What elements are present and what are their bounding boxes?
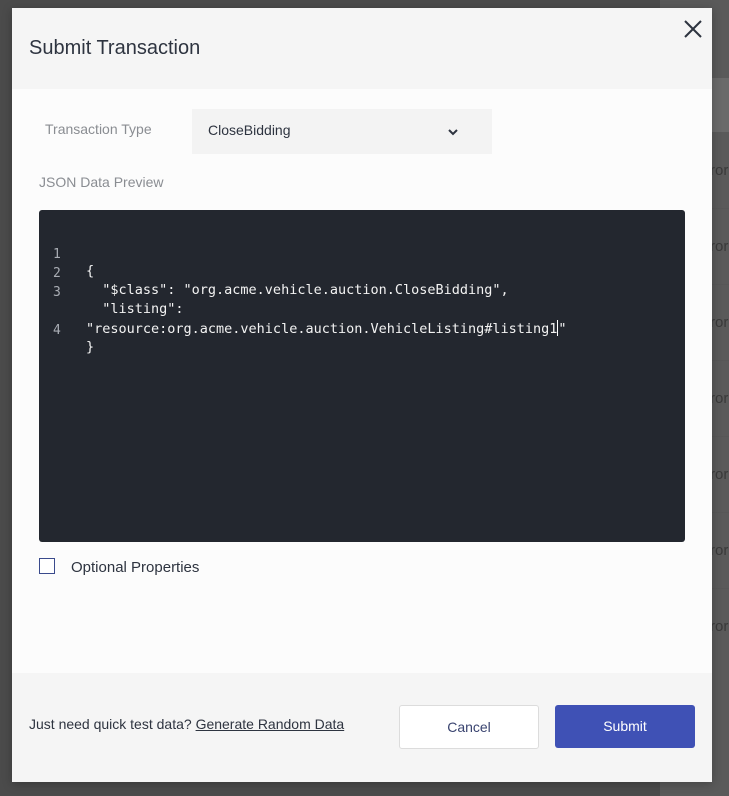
background-row-text: ror <box>710 162 729 179</box>
submit-button[interactable]: Submit <box>555 705 695 748</box>
line-code: "$class": "org.acme.vehicle.auction.Clos… <box>86 282 509 298</box>
background-row-text: ror <box>710 618 729 635</box>
transaction-type-label: Transaction Type <box>45 121 152 137</box>
text-cursor <box>557 320 559 336</box>
close-icon <box>684 20 702 38</box>
code-line: "resource:org.acme.vehicle.auction.Vehic… <box>39 288 567 337</box>
line-code: } <box>86 339 95 355</box>
code-line: 2 "$class": "org.acme.vehicle.auction.Cl… <box>39 250 509 298</box>
optional-properties-checkbox[interactable] <box>39 558 55 574</box>
cancel-button[interactable]: Cancel <box>399 705 539 749</box>
modal-footer: Just need quick test data? Generate Rand… <box>12 673 712 782</box>
background-row-text: ror <box>710 390 729 407</box>
transaction-type-value: CloseBidding <box>208 122 291 138</box>
code-line: 4 } <box>39 307 94 355</box>
line-code-text: "resource:org.acme.vehicle.auction.Vehic… <box>86 320 567 337</box>
generate-random-data-link[interactable]: Generate Random Data <box>196 716 345 732</box>
json-preview-label: JSON Data Preview <box>39 174 164 190</box>
close-button[interactable] <box>681 17 705 41</box>
code-line: 1 { <box>39 231 94 279</box>
background-row-text: ror <box>710 314 729 331</box>
submit-transaction-modal: Submit Transaction Transaction Type Clos… <box>12 8 712 782</box>
transaction-type-select[interactable]: CloseBidding <box>192 109 492 154</box>
footer-hint-text: Just need quick test data? <box>29 716 196 732</box>
optional-properties-label[interactable]: Optional Properties <box>71 559 199 576</box>
line-code-wrapped: "resource:org.acme.vehicle.auction.Vehic… <box>86 320 567 337</box>
background-row-text: ror <box>710 238 729 255</box>
background-row-text: ror <box>710 542 729 559</box>
chevron-down-icon <box>448 129 458 136</box>
background-row-text: ror <box>710 466 729 483</box>
code-line: 3 "listing": <box>39 269 184 317</box>
footer-hint: Just need quick test data? Generate Rand… <box>29 716 344 732</box>
modal-header: Submit Transaction <box>12 8 712 89</box>
json-code-editor[interactable]: 1 { 2 "$class": "org.acme.vehicle.auctio… <box>39 210 685 542</box>
line-code: "listing": <box>86 301 184 317</box>
modal-title: Submit Transaction <box>29 37 201 59</box>
line-number: 4 <box>53 323 61 338</box>
